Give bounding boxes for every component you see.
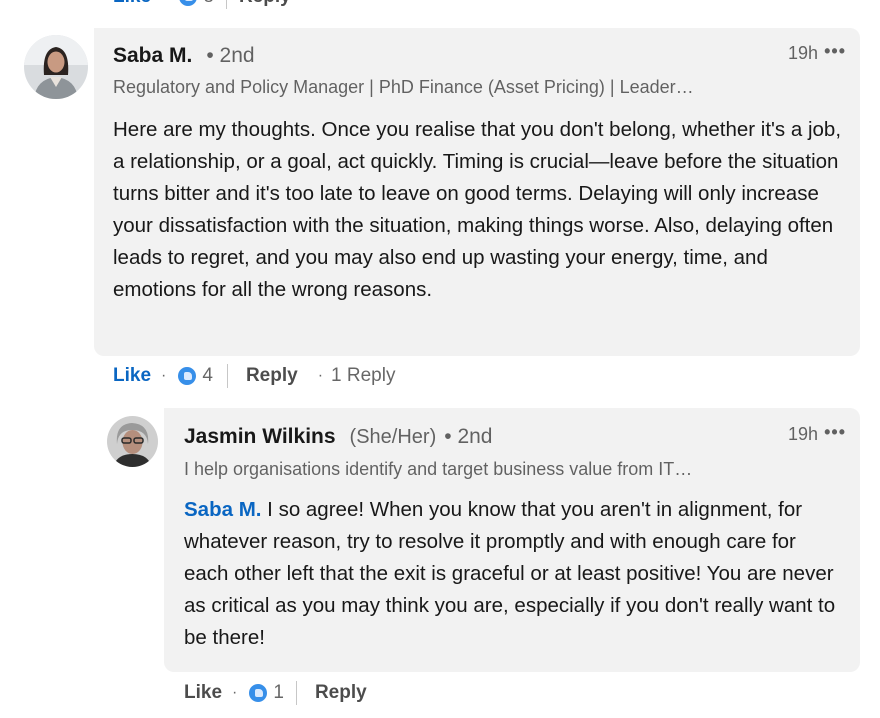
degree-label: 2nd — [457, 425, 493, 448]
author-name[interactable]: Jasmin Wilkins — [184, 425, 336, 449]
separator-dot: · — [161, 0, 167, 8]
avatar[interactable] — [107, 416, 158, 467]
avatar-photo — [24, 35, 88, 99]
divider — [225, 0, 227, 9]
reply-text: I so agree! When you know that you aren'… — [184, 498, 836, 649]
reactions-count[interactable]: 4 — [202, 365, 213, 387]
degree-label: 2nd — [219, 44, 255, 67]
author-headline: Regulatory and Policy Manager | PhD Fina… — [113, 77, 694, 97]
like-reaction-icon[interactable] — [176, 365, 199, 387]
like-reaction-icon[interactable] — [177, 0, 200, 8]
connection-degree: • 2nd — [206, 44, 255, 67]
divider — [226, 364, 228, 388]
mention-link[interactable]: Saba M. — [184, 498, 261, 521]
separator-dot: · — [232, 684, 238, 701]
separator-dot: · — [317, 367, 324, 384]
reply-text-block: Saba M. I so agree! When you know that y… — [184, 494, 844, 654]
avatar-photo — [107, 416, 158, 467]
timestamp: 19h — [787, 424, 818, 444]
comment-actions: Like · 4 Reply · 1 Reply — [113, 361, 395, 391]
author-name[interactable]: Saba M. — [113, 44, 192, 68]
more-options-icon[interactable]: ••• — [824, 41, 846, 62]
author-headline: I help organisations identify and target… — [184, 459, 693, 479]
connection-degree: • 2nd — [444, 425, 493, 448]
previous-comment-actions: Like · 8 Reply — [113, 0, 291, 9]
reply-button[interactable]: Reply — [239, 0, 291, 8]
like-reaction-icon[interactable] — [247, 682, 270, 704]
reply-bubble: Jasmin Wilkins (She/Her) • 2nd 19h ••• I… — [164, 408, 860, 672]
like-button[interactable]: Like — [113, 365, 151, 387]
more-options-icon[interactable]: ••• — [824, 422, 846, 443]
divider — [295, 681, 297, 705]
like-button[interactable]: Like — [113, 0, 151, 8]
like-button[interactable]: Like — [184, 682, 222, 704]
reply-author-line: Jasmin Wilkins (She/Her) • 2nd — [184, 425, 492, 449]
replies-count-link[interactable]: 1 Reply — [331, 365, 395, 387]
reply-button[interactable]: Reply — [315, 682, 367, 704]
reply-actions: Like · 1 Reply — [184, 678, 367, 708]
separator-dot: · — [161, 367, 167, 384]
avatar[interactable] — [24, 35, 88, 99]
comment-text: Here are my thoughts. Once you realise t… — [113, 118, 842, 301]
reply-button[interactable]: Reply — [246, 365, 298, 387]
reactions-count[interactable]: 1 — [273, 682, 284, 704]
reactions-count[interactable]: 8 — [203, 0, 214, 8]
timestamp: 19h — [787, 43, 818, 63]
comment-bubble: Saba M. • 2nd 19h ••• Regulatory and Pol… — [94, 28, 860, 356]
author-pronouns: (She/Her) — [349, 426, 437, 448]
comment-author-line: Saba M. • 2nd — [113, 44, 255, 68]
